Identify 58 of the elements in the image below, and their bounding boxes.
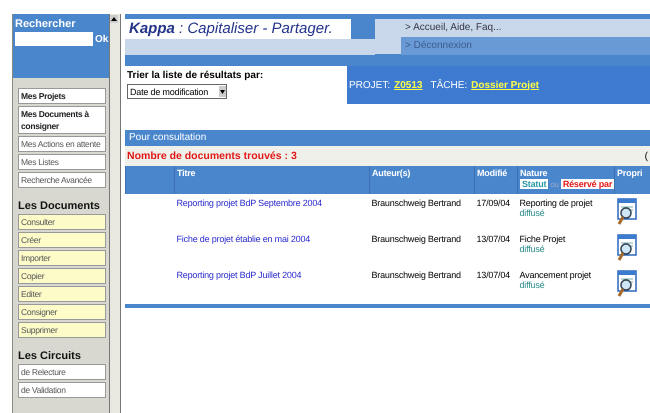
date-cell: 13/07/04 [476, 270, 510, 280]
sidebar-item[interactable]: Mes Documents à consigner [18, 106, 106, 134]
sidebar-item[interactable]: Mes Listes [18, 154, 106, 170]
result-count: Nombre de documents trouvés : 3 [127, 150, 297, 162]
header-link[interactable]: > Accueil, Aide, Faq... [375, 19, 650, 37]
column-header: Modifié [474, 166, 518, 194]
task-label: TÂCHE: [430, 80, 468, 90]
document-magnifier-icon[interactable] [616, 234, 636, 262]
edge-text: ( [644, 150, 648, 162]
sidebar-item[interactable]: Copier [18, 268, 106, 284]
column-header: Titre [174, 166, 370, 194]
sort-label: Trier la liste de résultats par: [127, 70, 264, 81]
sort-dropdown[interactable]: Date de modification [127, 84, 227, 99]
ok-button[interactable]: Ok [95, 34, 108, 44]
search-field[interactable] [15, 32, 93, 46]
search-label: Rechercher [15, 18, 77, 30]
status-tag: Statut [520, 179, 548, 189]
section-heading: Les Circuits [18, 350, 82, 362]
section-heading: Les Documents [18, 200, 101, 212]
document-link[interactable]: Reporting projet BdP Juillet 2004 [176, 270, 302, 280]
task-link[interactable]: Dossier Projet [471, 80, 539, 90]
nature-cell-text: Reporting de projet [520, 198, 594, 208]
nature-cell-text: Avancement projet [520, 270, 592, 280]
column-header: Auteur(s) [370, 166, 474, 194]
document-link[interactable]: Fiche de projet établie en mai 2004 [176, 234, 310, 244]
column-header: Propri [614, 166, 650, 194]
date-cell: 17/09/04 [476, 198, 510, 208]
status-text: diffusé [520, 280, 546, 290]
sidebar-item[interactable]: de Validation [18, 382, 106, 398]
site-title: Kappa : Capitaliser - Partager. [125, 19, 351, 39]
sidebar-item[interactable]: Supprimer [18, 322, 106, 338]
scrollbar[interactable] [109, 14, 121, 413]
author-cell: Braunschweig Bertrand [372, 234, 461, 244]
column-header: Nature [520, 168, 548, 178]
status-text: diffusé [520, 244, 546, 254]
document-magnifier-icon[interactable] [616, 270, 636, 298]
sidebar-item[interactable]: Recherche Avancée [18, 172, 106, 188]
scroll-up-icon[interactable] [110, 15, 118, 23]
sidebar-item[interactable]: de Relecture [18, 364, 106, 380]
document-link[interactable]: Reporting projet BdP Septembre 2004 [176, 198, 322, 208]
sidebar-item[interactable]: Consulter [18, 214, 106, 230]
sidebar-item[interactable]: Mes Actions en attente [18, 136, 106, 152]
project-label: PROJET: [349, 80, 390, 90]
reserved-tag: Réservé par [560, 179, 614, 189]
results-title: Pour consultation [125, 130, 650, 146]
sidebar-item[interactable]: Consigner [18, 304, 106, 320]
sidebar-item[interactable]: Mes Projets [18, 88, 106, 104]
project-link[interactable]: Z0513 [394, 80, 422, 90]
sidebar-item[interactable]: Editer [18, 286, 106, 302]
sidebar-item[interactable]: Créer [18, 232, 106, 248]
or-text: ou [550, 180, 559, 188]
sidebar-item[interactable]: Importer [18, 250, 106, 266]
status-text: diffusé [520, 208, 546, 218]
author-cell: Braunschweig Bertrand [372, 198, 461, 208]
date-cell: 13/07/04 [476, 234, 510, 244]
author-cell: Braunschweig Bertrand [372, 270, 461, 280]
nature-cell-text: Fiche Projet [520, 234, 566, 244]
document-magnifier-icon[interactable] [616, 198, 636, 226]
